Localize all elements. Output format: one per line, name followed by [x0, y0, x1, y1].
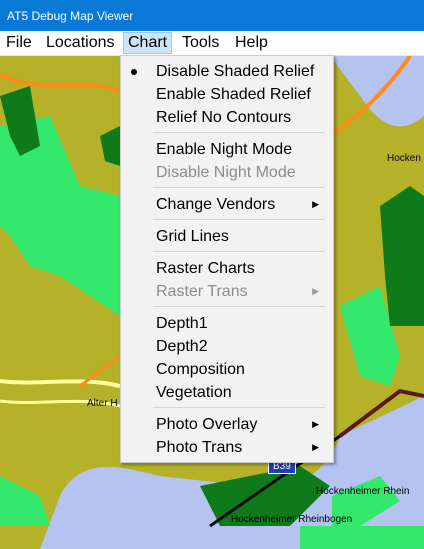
menu-file[interactable]: File [2, 32, 36, 54]
menuitem-label: Photo Overlay [156, 416, 258, 433]
window-title: AT5 Debug Map Viewer [7, 9, 134, 23]
chart-menu-dropdown: Disable Shaded Relief Enable Shaded Reli… [120, 55, 334, 463]
menuitem-photo-trans[interactable]: Photo Trans ▶ [121, 436, 331, 459]
menu-help[interactable]: Help [231, 32, 272, 54]
menuitem-label: Raster Trans [156, 283, 248, 300]
menuitem-vegetation[interactable]: Vegetation [121, 381, 331, 404]
menuitem-composition[interactable]: Composition [121, 358, 331, 381]
submenu-arrow-icon: ▶ [312, 442, 319, 452]
menuitem-depth2[interactable]: Depth2 [121, 335, 331, 358]
map-label-hocken: Hocken [387, 153, 421, 164]
menu-separator [153, 306, 325, 307]
menuitem-label: Depth2 [156, 338, 208, 355]
menuitem-raster-charts[interactable]: Raster Charts [121, 257, 331, 280]
menuitem-label: Vegetation [156, 384, 232, 401]
title-bar: AT5 Debug Map Viewer [0, 0, 424, 31]
menuitem-label: Composition [156, 361, 245, 378]
submenu-arrow-icon: ▶ [312, 419, 319, 429]
menuitem-raster-trans: Raster Trans ▶ [121, 280, 331, 303]
map-label-hockenheimer-rhein: Hockenheimer Rhein [316, 486, 410, 497]
menuitem-enable-shaded-relief[interactable]: Enable Shaded Relief [121, 83, 331, 106]
menu-separator [153, 132, 325, 133]
menuitem-depth1[interactable]: Depth1 [121, 312, 331, 335]
menu-separator [153, 407, 325, 408]
menuitem-label: Enable Shaded Relief [156, 86, 311, 103]
menuitem-disable-night-mode: Disable Night Mode [121, 161, 331, 184]
menuitem-label: Photo Trans [156, 439, 243, 456]
menuitem-label: Raster Charts [156, 260, 255, 277]
menuitem-disable-shaded-relief[interactable]: Disable Shaded Relief [121, 60, 331, 83]
menuitem-grid-lines[interactable]: Grid Lines [121, 225, 331, 248]
menu-locations[interactable]: Locations [42, 32, 119, 54]
menuitem-label: Relief No Contours [156, 109, 292, 126]
menuitem-change-vendors[interactable]: Change Vendors ▶ [121, 193, 331, 216]
menuitem-label: Enable Night Mode [156, 141, 293, 158]
menuitem-photo-overlay[interactable]: Photo Overlay ▶ [121, 413, 331, 436]
menu-separator [153, 187, 325, 188]
menuitem-label: Depth1 [156, 315, 208, 332]
submenu-arrow-icon: ▶ [312, 286, 319, 296]
menuitem-enable-night-mode[interactable]: Enable Night Mode [121, 138, 331, 161]
menuitem-relief-no-contours[interactable]: Relief No Contours [121, 106, 331, 129]
menu-separator [153, 251, 325, 252]
menu-tools[interactable]: Tools [178, 32, 223, 54]
menu-separator [153, 219, 325, 220]
menu-chart[interactable]: Chart [123, 32, 173, 54]
checked-dot-icon [131, 69, 137, 75]
map-label-hockenheimer-rheinbogen: Hockenheimer Rheinbogen [231, 514, 353, 525]
map-label-alter: Alter H [87, 398, 118, 409]
menuitem-label: Disable Night Mode [156, 164, 296, 181]
menuitem-label: Change Vendors [156, 196, 276, 213]
submenu-arrow-icon: ▶ [312, 199, 319, 209]
menu-bar: File Locations Chart Tools Help [0, 31, 424, 56]
menuitem-label: Disable Shaded Relief [156, 63, 315, 80]
menuitem-label: Grid Lines [156, 228, 229, 245]
